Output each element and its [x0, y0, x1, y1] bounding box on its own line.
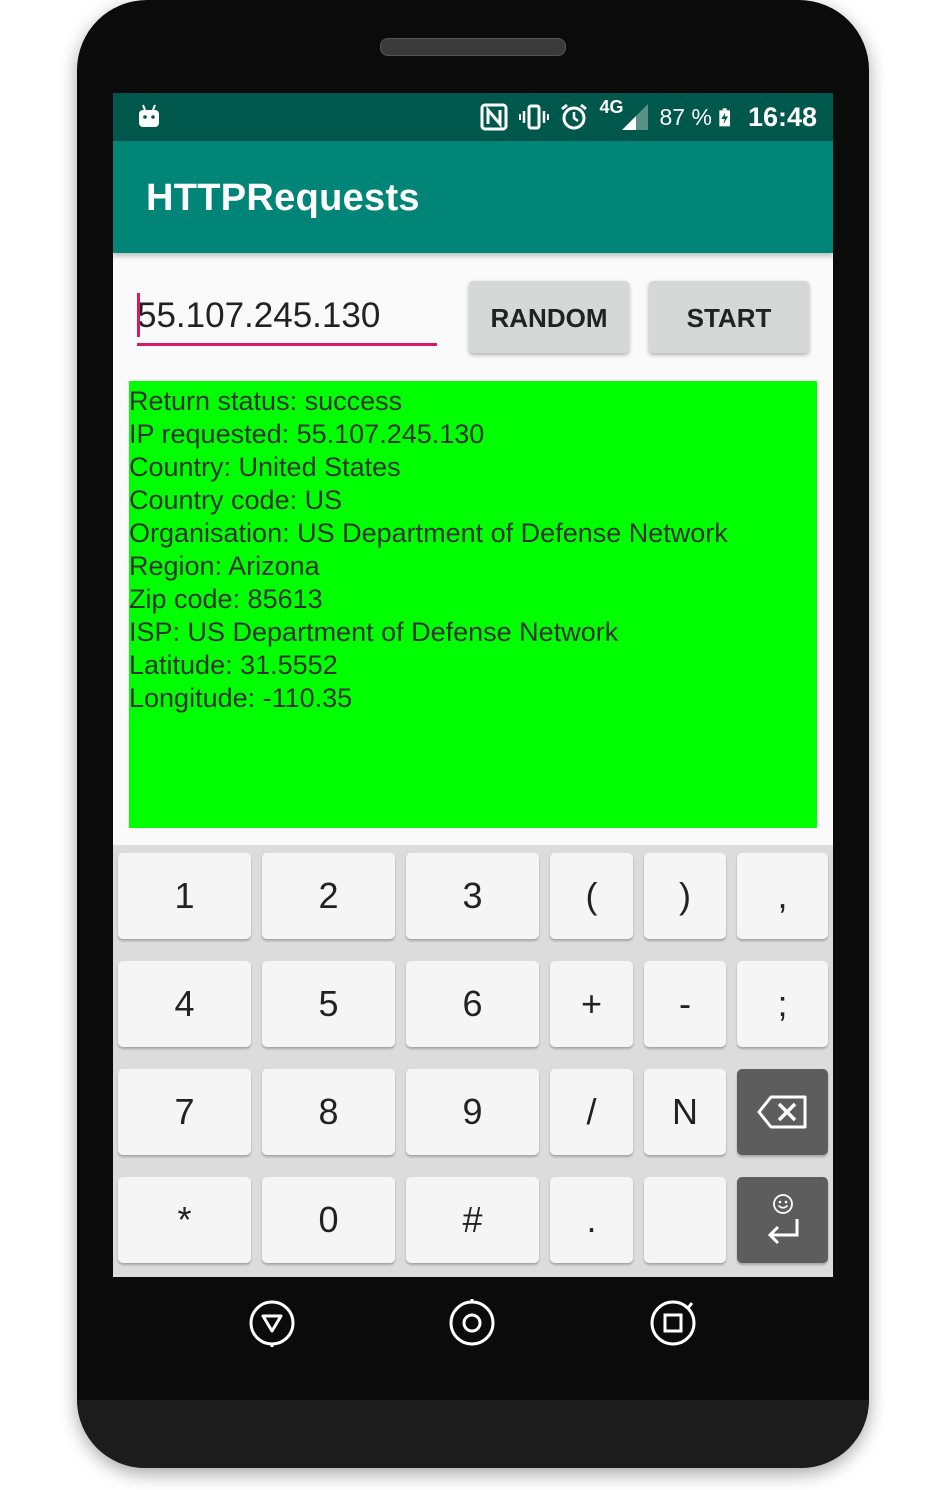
key-3[interactable]: 3: [406, 853, 539, 939]
text-cursor: [137, 293, 140, 337]
key-n[interactable]: N: [644, 1069, 726, 1155]
navigation-bar: [113, 1277, 833, 1377]
key-period[interactable]: .: [550, 1177, 633, 1263]
recents-icon[interactable]: [649, 1299, 697, 1347]
key-comma[interactable]: ,: [737, 853, 828, 939]
key-5[interactable]: 5: [262, 961, 395, 1047]
key-7[interactable]: 7: [118, 1069, 251, 1155]
signal-icon: [621, 104, 648, 130]
backspace-key[interactable]: [737, 1069, 828, 1155]
result-line: Region: Arizona: [129, 551, 320, 581]
status-bar: 4G 87 % 16:48: [113, 93, 833, 141]
random-button[interactable]: RANDOM: [469, 281, 629, 353]
key-asterisk[interactable]: *: [118, 1177, 251, 1263]
network-type: 4G: [599, 96, 624, 117]
key-4[interactable]: 4: [118, 961, 251, 1047]
key-1[interactable]: 1: [118, 853, 251, 939]
battery-charging-icon: [719, 108, 730, 127]
android-debug-icon: [139, 104, 159, 127]
key-close-paren[interactable]: ): [644, 853, 726, 939]
backspace-icon: [757, 1095, 806, 1129]
key-open-paren[interactable]: (: [550, 853, 633, 939]
key-slash[interactable]: /: [550, 1069, 633, 1155]
back-icon[interactable]: [248, 1299, 296, 1347]
result-panel: Return status: success IP requested: 55.…: [129, 381, 817, 828]
alarm-icon: [561, 103, 588, 130]
key-hash[interactable]: #: [406, 1177, 539, 1263]
clock: 16:48: [747, 101, 817, 132]
nfc-icon: [480, 103, 508, 131]
phone-speaker: [380, 38, 566, 56]
battery-percent: 87 %: [659, 103, 712, 130]
key-plus[interactable]: +: [550, 961, 633, 1047]
enter-icon: [767, 1219, 798, 1245]
result-line: IP requested: 55.107.245.130: [129, 419, 485, 449]
result-line: Country: United States: [129, 452, 401, 482]
result-line: Latitude: 31.5552: [129, 650, 338, 680]
app-bar: HTTPRequests: [113, 141, 833, 253]
key-2[interactable]: 2: [262, 853, 395, 939]
home-icon[interactable]: [448, 1299, 496, 1347]
key-6[interactable]: 6: [406, 961, 539, 1047]
result-line: Country code: US: [129, 485, 343, 515]
result-line: Zip code: 85613: [129, 584, 323, 614]
key-space[interactable]: [644, 1177, 726, 1263]
key-9[interactable]: 9: [406, 1069, 539, 1155]
key-minus[interactable]: -: [644, 961, 726, 1047]
emoji-icon: [772, 1194, 793, 1214]
result-line: Return status: success: [129, 386, 403, 416]
status-icons: 4G 87 % 16:48: [479, 93, 817, 141]
vibrate-icon: [519, 104, 550, 130]
result-line: ISP: US Department of Defense Network: [129, 617, 619, 647]
key-8[interactable]: 8: [262, 1069, 395, 1155]
result-line: Organisation: US Department of Defense N…: [129, 518, 728, 548]
app-title: HTTPRequests: [146, 177, 420, 219]
device-screen: 4G 87 % 16:48 HTTPRequests RANDOM START …: [113, 93, 833, 1277]
key-0[interactable]: 0: [262, 1177, 395, 1263]
key-semicolon[interactable]: ;: [737, 961, 828, 1047]
ip-address-input[interactable]: [137, 289, 437, 346]
enter-key[interactable]: [737, 1177, 828, 1263]
result-line: Longitude: -110.35: [129, 683, 353, 713]
numeric-keyboard: 1 2 3 ( ) , 4 5 6 + - ; 7 8 9 / N * 0 # …: [113, 845, 833, 1277]
phone-chin: [77, 1400, 869, 1468]
start-button[interactable]: START: [649, 281, 809, 353]
